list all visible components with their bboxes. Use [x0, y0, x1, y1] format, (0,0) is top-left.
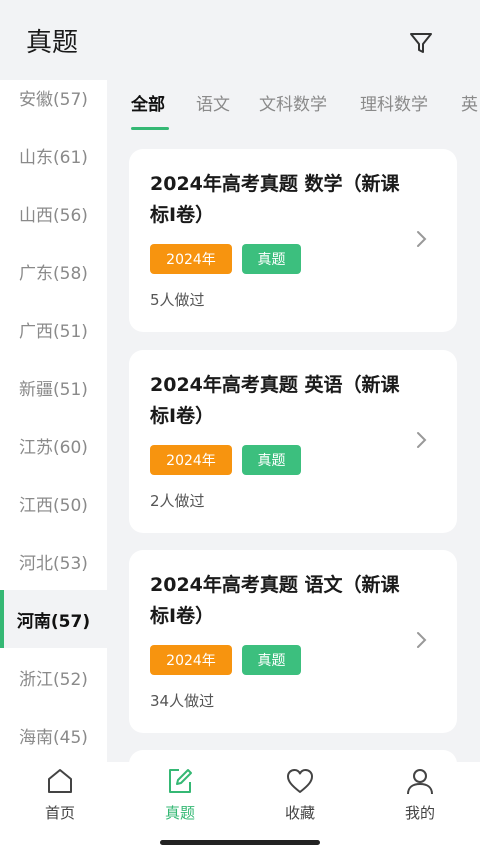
nav-favorites[interactable]: 收藏 [240, 762, 360, 832]
nav-exams[interactable]: 真题 [120, 762, 240, 832]
filter-button[interactable] [404, 26, 438, 60]
user-icon [407, 769, 433, 795]
sidebar-item-label: 海南(45) [19, 727, 88, 748]
sidebar-item-label: 河北(53) [19, 553, 88, 574]
active-tab-indicator [131, 127, 169, 130]
sidebar-item-label: 安徽(57) [19, 89, 88, 110]
sidebar-item-label: 山西(56) [19, 205, 88, 226]
sidebar-item-anhui[interactable]: 安徽(57) [0, 80, 107, 126]
tab-chinese[interactable]: 语文 [196, 90, 230, 115]
home-indicator [160, 840, 320, 845]
sidebar-item-zhejiang[interactable]: 浙江(52) [0, 648, 107, 706]
type-tag: 真题 [242, 445, 301, 475]
year-tag: 2024年 [150, 645, 232, 675]
page-title: 真题 [26, 28, 79, 58]
nav-label: 真题 [164, 804, 195, 822]
app-header: 真题 [0, 0, 480, 80]
sidebar-item-xinjiang[interactable]: 新疆(51) [0, 358, 107, 416]
exam-card[interactable]: 2024年高考真题 数学（新课标I卷） 2024年 真题 5人做过 [129, 149, 457, 332]
tab-all[interactable]: 全部 [131, 90, 165, 115]
tab-science-math[interactable]: 理科数学 [360, 90, 428, 115]
filter-icon [410, 33, 432, 53]
tab-liberal-math[interactable]: 文科数学 [259, 90, 327, 115]
sidebar-item-label: 广东(58) [19, 263, 88, 284]
subject-tabs: 全部 语文 文科数学 理科数学 英 [107, 80, 480, 136]
sidebar-item-label: 浙江(52) [19, 669, 88, 690]
sidebar-item-label: 河南(57) [16, 611, 91, 632]
exam-card[interactable]: 2024年高考真题 语文（新课标I卷） 2024年 真题 34人做过 [129, 550, 457, 733]
type-tag: 真题 [242, 244, 301, 274]
attempt-count: 5人做过 [150, 291, 205, 309]
sidebar-item-label: 新疆(51) [19, 379, 88, 400]
heart-icon [287, 769, 313, 793]
attempt-count: 34人做过 [150, 692, 215, 710]
chevron-right-icon [417, 632, 427, 648]
nav-label: 首页 [44, 804, 75, 822]
edit-icon [169, 769, 192, 793]
exam-title: 2024年高考真题 数学（新课标I卷） [150, 173, 400, 226]
sidebar-item-shanxi[interactable]: 山西(56) [0, 184, 107, 242]
sidebar-item-label: 江西(50) [19, 495, 88, 516]
attempt-count: 2人做过 [150, 492, 205, 510]
chevron-right-icon [417, 231, 427, 247]
year-tag: 2024年 [150, 244, 232, 274]
sidebar-item-hainan[interactable]: 海南(45) [0, 706, 107, 762]
exam-card[interactable]: 2024年高考真题 英语（新课标I卷） 2024年 真题 2人做过 [129, 350, 457, 533]
type-tag: 真题 [242, 645, 301, 675]
nav-home[interactable]: 首页 [0, 762, 120, 832]
sidebar-item-shandong[interactable]: 山东(61) [0, 126, 107, 184]
chevron-right-icon [417, 432, 427, 448]
sidebar-item-henan[interactable]: 河南(57) [0, 590, 107, 648]
nav-profile[interactable]: 我的 [360, 762, 480, 832]
sidebar-item-label: 江苏(60) [19, 437, 88, 458]
sidebar-item-jiangsu[interactable]: 江苏(60) [0, 416, 107, 474]
sidebar-item-hebei[interactable]: 河北(53) [0, 532, 107, 590]
province-sidebar[interactable]: 安徽(57) 山东(61) 山西(56) 广东(58) 广西(51) 新疆(51… [0, 80, 107, 762]
home-icon [48, 769, 72, 793]
bottom-nav: 首页 真题 收藏 我的 [0, 762, 480, 854]
year-tag: 2024年 [150, 445, 232, 475]
nav-label: 收藏 [284, 804, 315, 822]
sidebar-item-label: 山东(61) [19, 147, 88, 168]
nav-label: 我的 [404, 804, 435, 822]
exam-title: 2024年高考真题 英语（新课标I卷） [150, 374, 400, 427]
sidebar-item-jiangxi[interactable]: 江西(50) [0, 474, 107, 532]
sidebar-item-guangdong[interactable]: 广东(58) [0, 242, 107, 300]
sidebar-item-guangxi[interactable]: 广西(51) [0, 300, 107, 358]
tab-english[interactable]: 英 [461, 90, 478, 115]
sidebar-item-label: 广西(51) [19, 321, 88, 342]
exam-title: 2024年高考真题 语文（新课标I卷） [150, 574, 400, 627]
